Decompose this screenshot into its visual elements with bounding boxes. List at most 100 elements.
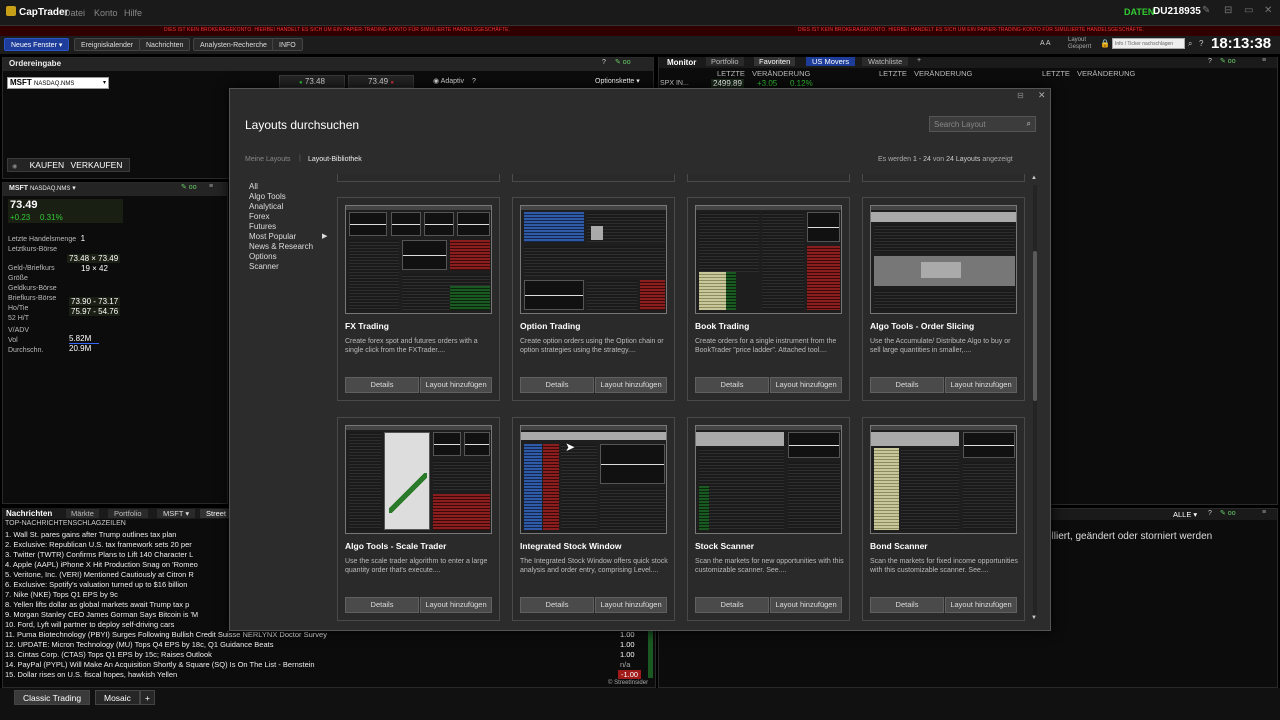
category-item[interactable]: News & Research [249, 242, 313, 251]
search-icon[interactable]: ⌕ [1188, 39, 1192, 49]
info-button[interactable]: INFO [272, 38, 303, 51]
orders-menu-icon[interactable]: ≡ [1262, 509, 1266, 516]
details-button[interactable]: Details [520, 377, 594, 393]
details-button[interactable]: Details [345, 597, 419, 613]
dialog-close-icon[interactable]: ✕ [1038, 90, 1046, 101]
news-item[interactable]: 14. PayPal (PYPL) Will Make An Acquisiti… [5, 660, 315, 669]
scroll-up-icon[interactable]: ▲ [1031, 175, 1037, 181]
lock-icon[interactable]: 🔒 [1100, 39, 1110, 48]
details-button[interactable]: Details [345, 377, 419, 393]
monitor-link-icon[interactable]: ✎ oo [1220, 57, 1236, 65]
menu-hilfe[interactable]: Hilfe [124, 8, 142, 18]
news-item[interactable]: 10. Ford, Lyft will partner to deploy se… [5, 620, 174, 629]
category-item[interactable]: Scanner [249, 262, 279, 271]
layout-thumbnail[interactable] [520, 425, 667, 534]
orders-filter[interactable]: ALLE ▾ [1173, 510, 1197, 519]
add-layout-button[interactable]: Layout hinzufügen [420, 597, 492, 613]
tab-news-portfolio[interactable]: Portfolio [108, 509, 148, 518]
tab-monitor[interactable]: Monitor [667, 58, 696, 67]
analyst-research-button[interactable]: Analysten-Recherche [193, 38, 274, 51]
maximize-icon[interactable]: ▭ [1244, 5, 1253, 16]
layout-thumbnail[interactable] [520, 205, 667, 314]
tab-layout-library[interactable]: Layout-Bibliothek [308, 156, 362, 163]
buy-button[interactable]: KAUFEN [30, 160, 64, 170]
help-icon[interactable]: ? [1199, 39, 1203, 48]
category-item[interactable]: Algo Tools [249, 192, 286, 201]
minimize-icon[interactable]: ⊟ [1224, 5, 1232, 16]
close-icon[interactable]: ✕ [1264, 5, 1272, 16]
scroll-down-icon[interactable]: ▼ [1031, 615, 1037, 621]
dialog-scrollbar[interactable]: ▲ ▼ [1031, 175, 1039, 625]
layout-lock-status[interactable]: Layout Gesperrt [1068, 37, 1091, 51]
layout-thumbnail[interactable] [345, 425, 492, 534]
font-size-toggle[interactable]: A A [1040, 40, 1051, 47]
tab-us-movers[interactable]: US Movers [806, 57, 856, 66]
layout-thumbnail[interactable] [870, 205, 1017, 314]
layout-card-bond-scanner[interactable]: Bond Scanner Scan the markets for fixed i… [862, 417, 1025, 621]
dialog-restore-icon[interactable]: ⊟ [1017, 91, 1024, 100]
tab-watchliste[interactable]: Watchliste [862, 57, 909, 66]
details-button[interactable]: Details [870, 597, 944, 613]
layout-card-integrated-stock-window[interactable]: Integrated Stock Window The Integrated St… [512, 417, 675, 621]
category-item[interactable]: Most Popular [249, 232, 296, 241]
tab-classic-trading[interactable]: Classic Trading [14, 690, 91, 705]
category-item[interactable]: Forex [249, 212, 269, 221]
news-item[interactable]: 5. Veritone, Inc. (VERI) Mentioned Cauti… [5, 570, 194, 579]
layout-card-stock-scanner[interactable]: Stock Scanner Scan the markets for new op… [687, 417, 850, 621]
news-item[interactable]: 12. UPDATE: Micron Technology (MU) Tops … [5, 640, 273, 649]
adaptive-help-icon[interactable]: ? [472, 78, 476, 85]
news-item[interactable]: 4. Apple (AAPL) iPhone X Hit Production … [5, 560, 198, 569]
details-button[interactable]: Details [695, 377, 769, 393]
layout-thumbnail[interactable] [870, 425, 1017, 534]
news-item[interactable]: 6. Exclusive: Spotify's valuation turned… [5, 580, 187, 589]
news-item[interactable]: 13. Cintas Corp. (CTAS) Tops Q1 EPS by 1… [5, 650, 212, 659]
add-layout-tab[interactable]: + [140, 690, 155, 705]
order-symbol-field[interactable]: MSFT NASDAQ.NMS ▾ [7, 77, 109, 89]
tab-news[interactable]: Nachrichten [6, 509, 52, 518]
tab-markets[interactable]: Märkte [66, 509, 99, 518]
add-tab-icon[interactable]: + [917, 57, 921, 64]
news-item[interactable]: 2. Exclusive: Republican U.S. tax framew… [5, 540, 192, 549]
ticker-lookup-input[interactable]: Info / Ticker nachschlagen [1112, 38, 1185, 49]
quote-link-icon[interactable]: ✎ oo [181, 183, 197, 191]
news-item[interactable]: 9. Morgan Stanley CEO James Gorman Says … [5, 610, 198, 619]
monitor-help-icon[interactable]: ? [1208, 58, 1212, 65]
quote-menu-icon[interactable]: ≡ [209, 183, 213, 190]
news-item[interactable]: 1. Wall St. pares gains after Trump outl… [5, 530, 176, 539]
tab-mosaic[interactable]: Mosaic [95, 690, 140, 705]
news-item[interactable]: 8. Yellen lifts dollar as global markets… [5, 600, 189, 609]
tab-favoriten[interactable]: Favoriten [754, 57, 796, 66]
news-item[interactable]: 7. Nike (NKE) Tops Q1 EPS by 9c [5, 590, 118, 599]
layout-card-algo-scale-trader[interactable]: Algo Tools - Scale Trader Use the scale t… [337, 417, 500, 621]
sell-button[interactable]: VERKAUFEN [70, 160, 122, 170]
order-panel-help-icon[interactable]: ? [602, 59, 606, 66]
monitor-menu-icon[interactable]: ≡ [1262, 57, 1266, 64]
ask-button[interactable]: 73.49 ● [348, 75, 414, 88]
layout-card-fx-trading[interactable]: FX Trading Create forex spot and futures … [337, 197, 500, 401]
menu-konto[interactable]: Konto [94, 8, 118, 18]
tab-my-layouts[interactable]: Meine Layouts [245, 156, 291, 163]
details-button[interactable]: Details [870, 377, 944, 393]
layout-card-algo-order-slicing[interactable]: Algo Tools - Order Slicing Use the Accumu… [862, 197, 1025, 401]
tab-msft[interactable]: MSFT ▾ [157, 509, 196, 518]
add-layout-button[interactable]: Layout hinzufügen [945, 377, 1017, 393]
add-layout-button[interactable]: Layout hinzufügen [420, 377, 492, 393]
tab-street[interactable]: Street [200, 509, 233, 518]
add-layout-button[interactable]: Layout hinzufügen [770, 377, 842, 393]
category-item[interactable]: Futures [249, 222, 276, 231]
bid-button[interactable]: ● 73.48 [279, 75, 345, 88]
menu-datei[interactable]: Datei [64, 8, 85, 18]
new-window-button[interactable]: Neues Fenster ▾ [4, 38, 70, 51]
add-layout-button[interactable]: Layout hinzufügen [595, 377, 667, 393]
add-layout-button[interactable]: Layout hinzufügen [945, 597, 1017, 613]
category-item[interactable]: All [249, 182, 258, 191]
tab-portfolio[interactable]: Portfolio [706, 57, 744, 66]
wrench-icon[interactable]: ✎ [1202, 5, 1210, 16]
layout-thumbnail[interactable] [695, 425, 842, 534]
event-calendar-button[interactable]: Ereigniskalender [74, 38, 141, 51]
add-layout-button[interactable]: Layout hinzufügen [595, 597, 667, 613]
monitor-symbol[interactable]: SPX IN... [660, 80, 689, 87]
option-chain-button[interactable]: Optionskette ▾ [595, 77, 640, 85]
layout-thumbnail[interactable] [695, 205, 842, 314]
news-item[interactable]: 15. Dollar rises on U.S. fiscal hopes, h… [5, 670, 177, 679]
